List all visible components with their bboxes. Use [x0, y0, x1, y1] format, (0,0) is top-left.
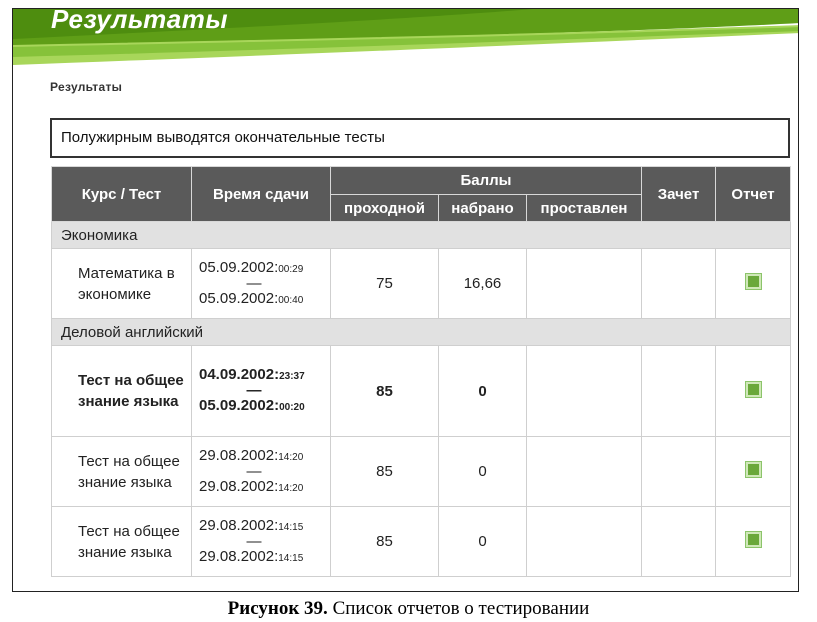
end-time: 00:40: [278, 294, 304, 306]
time-separator: —: [246, 462, 262, 480]
assigned-score: [525, 248, 643, 319]
col-header-scores: Баллы: [329, 166, 643, 195]
report-square-icon[interactable]: [745, 274, 761, 289]
table-row: Тест на общее знание языка 29.08.2002:14…: [51, 436, 792, 507]
info-notice: Полужирным выводятся окончательные тесты: [50, 118, 790, 158]
start-date: 29.08.2002:: [199, 446, 279, 464]
credit-cell: [641, 248, 717, 319]
earned-score: 0: [438, 506, 527, 577]
start-date: 29.08.2002:: [199, 516, 279, 534]
start-time: 14:15: [278, 521, 304, 533]
test-name: Тест на общее знание языка: [51, 436, 192, 507]
table-row: Тест на общее знание языка 29.08.2002:14…: [51, 506, 792, 577]
start-date: 05.09.2002:: [199, 258, 279, 276]
breadcrumb[interactable]: Результаты: [50, 80, 122, 94]
header-banner: Результаты: [13, 8, 798, 69]
passing-score: 85: [330, 436, 439, 507]
col-header-time[interactable]: Время сдачи: [191, 166, 331, 222]
table-row: Математика в экономике 05.09.2002:00:29 …: [51, 248, 792, 319]
table-row: Тест на общее знание языка 04.09.2002:23…: [51, 345, 792, 437]
start-date: 04.09.2002:: [199, 366, 280, 383]
earned-score: 0: [438, 436, 527, 507]
report-cell: [715, 345, 792, 437]
credit-cell: [641, 436, 717, 507]
report-cell: [715, 248, 792, 319]
earned-score: 16,66: [438, 248, 527, 319]
col-header-earned[interactable]: набрано: [438, 194, 527, 222]
end-time: 14:20: [278, 482, 304, 494]
results-window: Результаты Результаты Полужирным выводят…: [12, 8, 799, 592]
submission-time: 05.09.2002:00:29 — 05.09.2002:00:40: [191, 248, 331, 319]
end-date: 29.08.2002:: [199, 547, 279, 565]
assigned-score: [525, 506, 643, 577]
end-date: 05.09.2002:: [199, 289, 279, 307]
time-separator: —: [246, 274, 262, 292]
credit-cell: [641, 506, 717, 577]
submission-time: 29.08.2002:14:15 — 29.08.2002:14:15: [191, 506, 331, 577]
report-square-icon[interactable]: [745, 381, 761, 397]
earned-score: 0: [438, 345, 527, 437]
col-header-passing[interactable]: проходной: [330, 194, 439, 222]
assigned-score: [525, 345, 643, 437]
report-cell: [715, 436, 792, 507]
end-date: 29.08.2002:: [199, 477, 279, 495]
report-square-icon[interactable]: [745, 532, 761, 547]
group-row-business-english: Деловой английский: [50, 318, 792, 346]
time-separator: —: [246, 382, 262, 399]
banner-title: Результаты: [51, 8, 229, 34]
submission-time: 29.08.2002:14:20 — 29.08.2002:14:20: [191, 436, 331, 507]
previous-caption-fragment: [0, 0, 817, 8]
figure-caption: Рисунок 39. Список отчетов о тестировани…: [0, 598, 817, 620]
col-header-credit[interactable]: Зачет: [641, 166, 717, 222]
col-header-assigned[interactable]: проставлен: [525, 194, 643, 222]
passing-score: 75: [330, 248, 439, 319]
report-square-icon[interactable]: [745, 462, 761, 477]
credit-cell: [641, 345, 717, 437]
start-time: 00:29: [278, 263, 304, 275]
col-header-report[interactable]: Отчет: [715, 166, 792, 222]
test-name: Тест на общее знание языка: [51, 345, 192, 437]
passing-score: 85: [330, 506, 439, 577]
end-time: 14:15: [278, 552, 304, 564]
figure-caption-text: Список отчетов о тестировании: [327, 598, 590, 619]
test-name: Математика в экономике: [51, 248, 192, 319]
submission-time: 04.09.2002:23:37 — 05.09.2002:00:20: [191, 345, 331, 437]
time-separator: —: [246, 532, 262, 550]
start-time: 14:20: [278, 451, 304, 463]
test-name: Тест на общее знание языка: [51, 506, 192, 577]
results-table: Курс / Тест Время сдачи Баллы Зачет Отче…: [50, 166, 792, 577]
report-cell: [715, 506, 792, 577]
end-date: 05.09.2002:: [199, 397, 280, 414]
group-row-economics: Экономика: [50, 221, 792, 249]
end-time: 00:20: [279, 402, 305, 413]
figure-caption-label: Рисунок 39.: [227, 598, 328, 619]
assigned-score: [525, 436, 643, 507]
start-time: 23:37: [279, 371, 305, 382]
passing-score: 85: [330, 345, 439, 437]
col-header-course[interactable]: Курс / Тест: [51, 166, 192, 222]
